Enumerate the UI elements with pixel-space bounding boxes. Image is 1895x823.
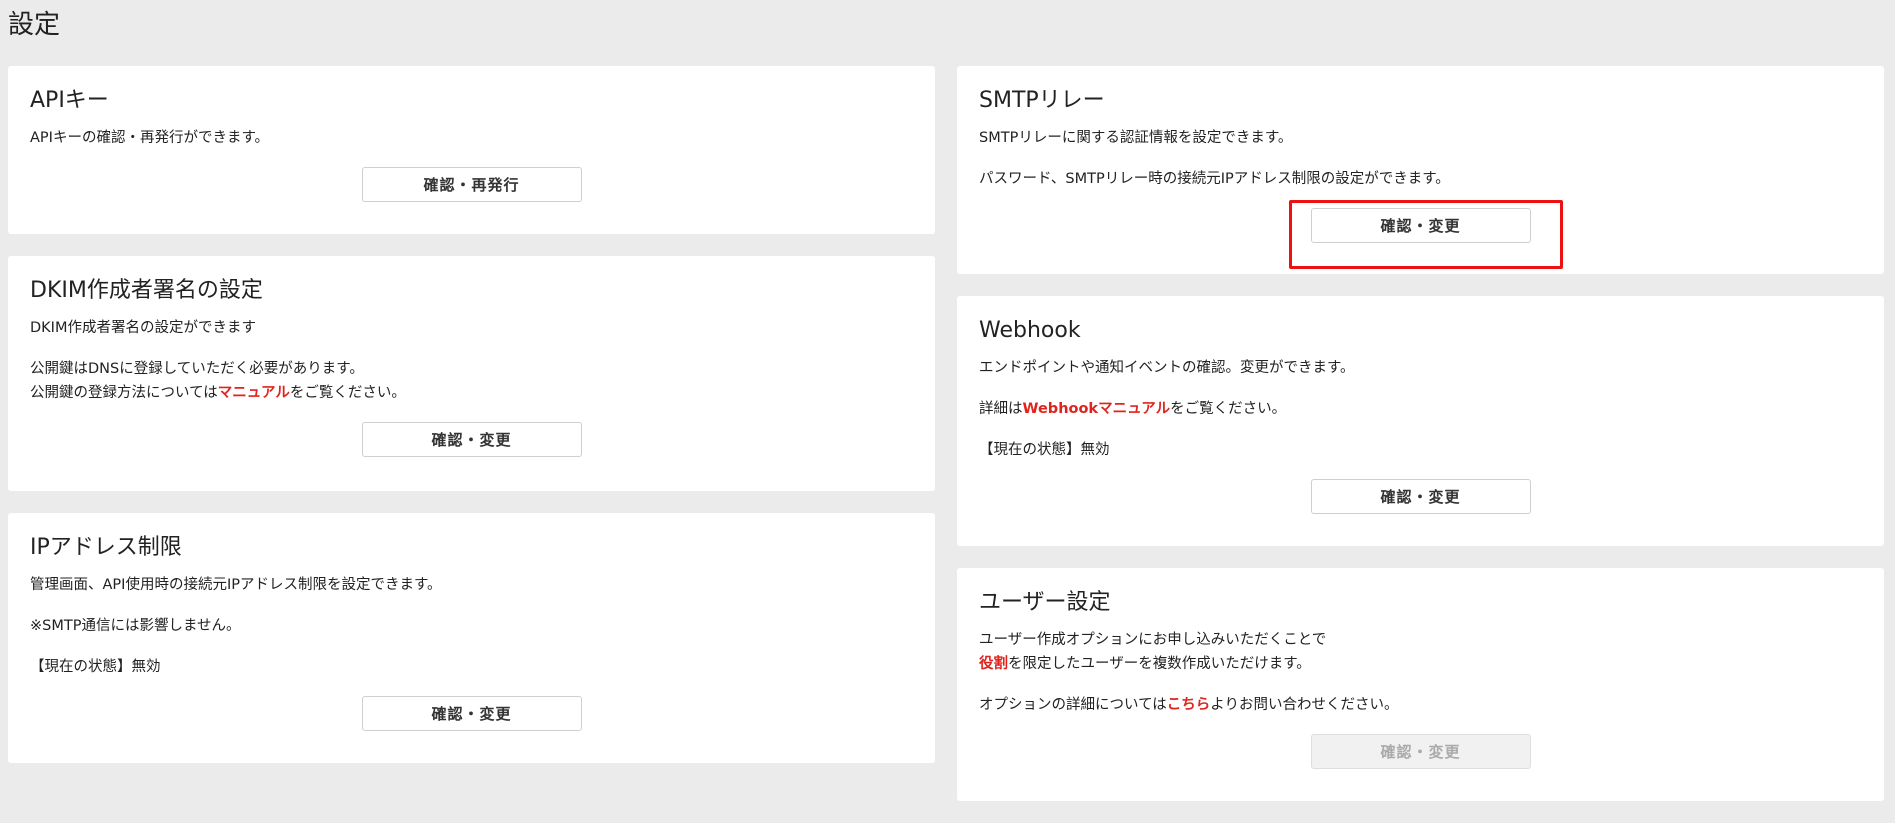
dkim-dns-note: 公開鍵はDNSに登録していただく必要があります。 <box>30 361 364 377</box>
smtp-relay-description: SMTPリレーに関する認証情報を設定できます。 <box>979 130 1293 146</box>
ip-restriction-description: 管理画面、API使用時の接続元IPアドレス制限を設定できます。 <box>30 577 442 593</box>
user-settings-contact-note: オプションの詳細についてはこちらよりお問い合わせください。 <box>979 693 1862 717</box>
dkim-confirm-change-button[interactable]: 確認・変更 <box>361 422 582 457</box>
api-key-confirm-reissue-button[interactable]: 確認・再発行 <box>361 167 582 202</box>
user-settings-confirm-change-button[interactable]: 確認・変更 <box>1310 734 1531 769</box>
roles-link[interactable]: 役割 <box>979 656 1008 672</box>
dkim-description: DKIM作成者署名の設定ができます <box>30 320 256 336</box>
smtp-relay-title: SMTPリレー <box>979 88 1105 113</box>
smtp-relay-card: SMTPリレー SMTPリレーに関する認証情報を設定できます。 パスワード、SM… <box>957 66 1884 274</box>
webhook-manual-note-text: 詳細は <box>979 401 1023 417</box>
dkim-manual-note: 公開鍵の登録方法についてはマニュアルをご覧ください。 <box>30 381 913 405</box>
dkim-card: DKIM作成者署名の設定 DKIM作成者署名の設定ができます 公開鍵はDNSに登… <box>8 256 935 491</box>
webhook-description: エンドポイントや通知イベントの確認。変更ができます。 <box>979 360 1355 376</box>
ip-restriction-status: 【現在の状態】無効 <box>30 659 161 675</box>
smtp-relay-confirm-change-button[interactable]: 確認・変更 <box>1310 208 1531 243</box>
user-settings-contact-text: オプションの詳細については <box>979 697 1167 713</box>
page-title: 設定 <box>8 10 61 40</box>
dkim-title: DKIM作成者署名の設定 <box>30 278 263 303</box>
smtp-relay-password-note: パスワード、SMTPリレー時の接続元IPアドレス制限の設定ができます。 <box>979 171 1450 187</box>
user-settings-card: ユーザー設定 ユーザー作成オプションにお申し込みいただくことで 役割を限定したユ… <box>957 568 1884 801</box>
left-column: APIキー APIキーの確認・再発行ができます。 確認・再発行 DKIM作成者署… <box>8 66 935 785</box>
contact-here-link[interactable]: こちら <box>1167 697 1211 713</box>
api-key-title: APIキー <box>30 88 109 113</box>
dkim-manual-link[interactable]: マニュアル <box>218 385 290 401</box>
webhook-card: Webhook エンドポイントや通知イベントの確認。変更ができます。 詳細はWe… <box>957 296 1884 546</box>
user-settings-description: ユーザー作成オプションにお申し込みいただくことで <box>979 632 1327 648</box>
webhook-manual-note: 詳細はWebhookマニュアルをご覧ください。 <box>979 397 1862 421</box>
webhook-confirm-change-button[interactable]: 確認・変更 <box>1310 479 1531 514</box>
api-key-card: APIキー APIキーの確認・再発行ができます。 確認・再発行 <box>8 66 935 234</box>
ip-restriction-card: IPアドレス制限 管理画面、API使用時の接続元IPアドレス制限を設定できます。… <box>8 513 935 763</box>
webhook-title: Webhook <box>979 318 1081 343</box>
ip-restriction-confirm-change-button[interactable]: 確認・変更 <box>361 696 582 731</box>
user-settings-contact-suffix: よりお問い合わせください。 <box>1210 697 1399 713</box>
right-column: SMTPリレー SMTPリレーに関する認証情報を設定できます。 パスワード、SM… <box>957 66 1884 823</box>
user-settings-title: ユーザー設定 <box>979 590 1111 615</box>
ip-restriction-title: IPアドレス制限 <box>30 535 182 560</box>
ip-restriction-smtp-note: ※SMTP通信には影響しません。 <box>30 618 241 634</box>
dkim-manual-note-text: 公開鍵の登録方法については <box>30 385 218 401</box>
api-key-description: APIキーの確認・再発行ができます。 <box>30 130 269 146</box>
webhook-manual-link[interactable]: Webhookマニュアル <box>1023 401 1171 417</box>
webhook-manual-note-suffix: をご覧ください。 <box>1170 401 1287 417</box>
user-settings-roles-text: を限定したユーザーを複数作成いただけます。 <box>1008 656 1311 672</box>
webhook-status: 【現在の状態】無効 <box>979 442 1110 458</box>
user-settings-roles-note: 役割を限定したユーザーを複数作成いただけます。 <box>979 652 1862 676</box>
dkim-manual-note-suffix: をご覧ください。 <box>289 385 406 401</box>
